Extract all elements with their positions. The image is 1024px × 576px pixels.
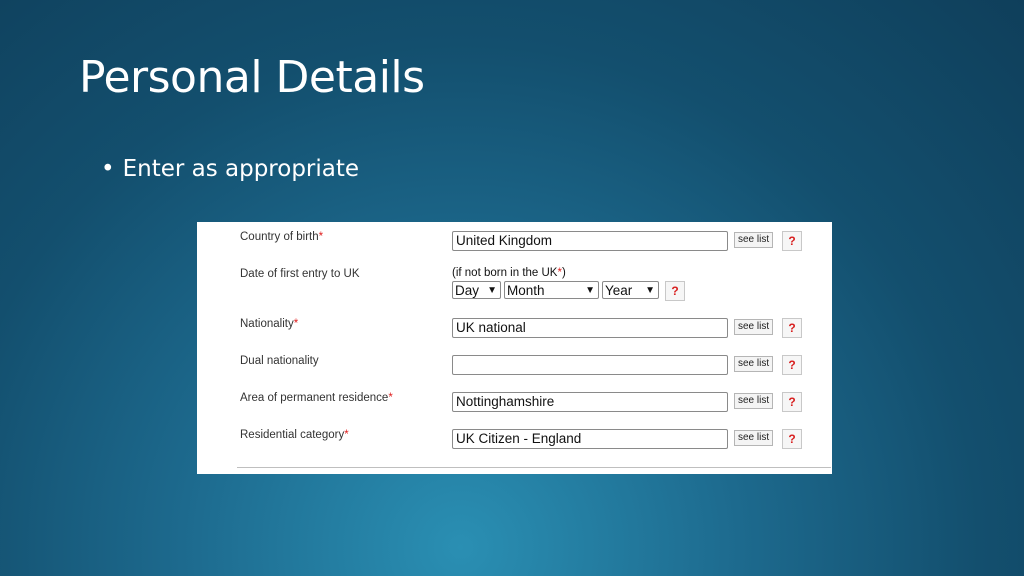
residence-area-input[interactable]: Nottinghamshire	[452, 392, 728, 412]
country-of-birth-label: Country of birth*	[240, 231, 324, 243]
country-of-birth-help-icon[interactable]: ?	[782, 231, 802, 251]
nationality-see-list-button[interactable]: see list	[734, 319, 774, 335]
form-divider	[237, 467, 831, 468]
residence-area-help-icon[interactable]: ?	[782, 392, 802, 412]
nationality-label: Nationality*	[240, 318, 299, 330]
nationality-help-icon[interactable]: ?	[782, 318, 802, 338]
first-entry-note: (if not born in the UK*)	[452, 267, 566, 279]
day-select[interactable]: Day ▼	[452, 281, 501, 299]
residential-category-help-icon[interactable]: ?	[782, 429, 802, 449]
first-entry-label: Date of first entry to UK	[240, 268, 360, 280]
country-of-birth-see-list-button[interactable]: see list	[734, 232, 774, 248]
bullet-item: • Enter as appropriate	[101, 156, 359, 182]
chevron-down-icon: ▼	[585, 285, 595, 296]
residential-category-label: Residential category*	[240, 429, 349, 441]
bullet-text: Enter as appropriate	[122, 156, 360, 182]
bullet-dot-icon: •	[101, 156, 115, 182]
year-select[interactable]: Year ▼	[602, 281, 659, 299]
residence-area-see-list-button[interactable]: see list	[734, 393, 774, 409]
first-entry-help-icon[interactable]: ?	[665, 281, 685, 301]
dual-nationality-label: Dual nationality	[240, 355, 319, 367]
chevron-down-icon: ▼	[645, 285, 655, 296]
chevron-down-icon: ▼	[487, 285, 497, 296]
nationality-input[interactable]: UK national	[452, 318, 728, 338]
dual-nationality-help-icon[interactable]: ?	[782, 355, 802, 375]
residence-area-label: Area of permanent residence*	[240, 392, 393, 404]
residential-category-see-list-button[interactable]: see list	[734, 430, 774, 446]
personal-details-form: Country of birth* United Kingdom see lis…	[197, 222, 832, 474]
slide-title: Personal Details	[79, 52, 425, 103]
residential-category-input[interactable]: UK Citizen - England	[452, 429, 728, 449]
month-select[interactable]: Month ▼	[504, 281, 599, 299]
country-of-birth-input[interactable]: United Kingdom	[452, 231, 728, 251]
dual-nationality-see-list-button[interactable]: see list	[734, 356, 774, 372]
dual-nationality-input[interactable]	[452, 355, 728, 375]
